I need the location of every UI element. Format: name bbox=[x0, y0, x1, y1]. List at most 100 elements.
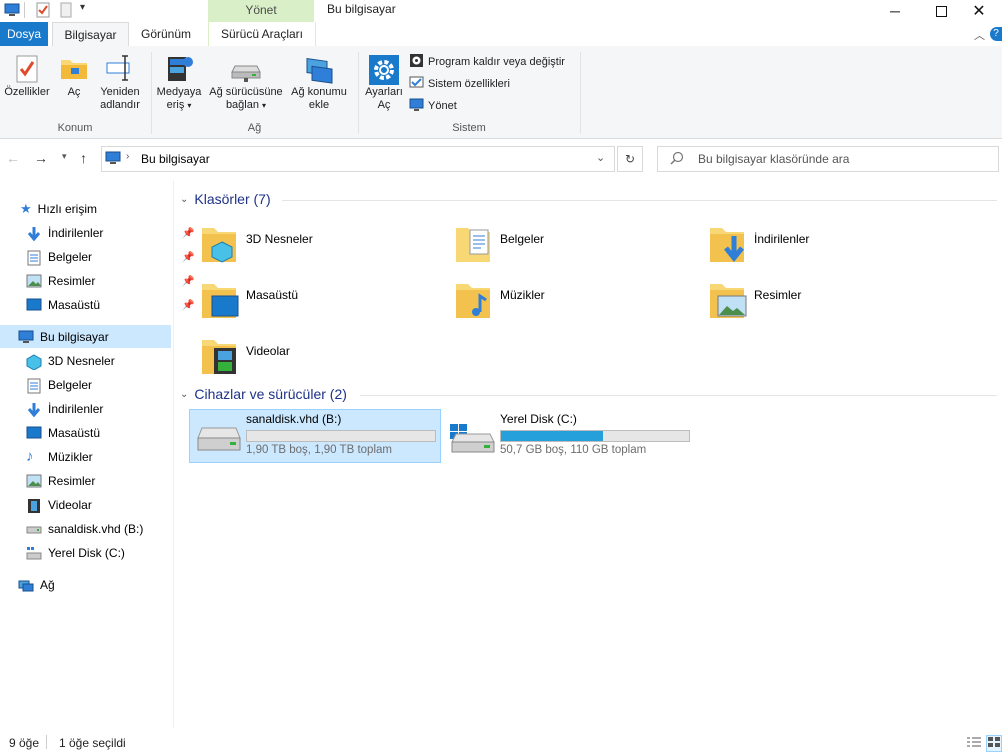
address-bar[interactable]: › Bu bilgisayar ⌄ bbox=[101, 146, 615, 172]
address-dropdown-icon[interactable]: ⌄ bbox=[596, 151, 605, 164]
uninstall-program-label: Program kaldır veya değiştir bbox=[428, 56, 565, 68]
tab-gorunum[interactable]: Görünüm bbox=[130, 22, 202, 46]
refresh-button[interactable]: ↻ bbox=[617, 146, 643, 172]
desktop-folder-icon bbox=[200, 276, 240, 323]
nav-this-pc[interactable]: Bu bilgisayar bbox=[18, 326, 109, 348]
open-settings-button[interactable]: Ayarları Aç bbox=[362, 54, 406, 112]
drive-tile-yerel-disk[interactable]: Yerel Disk (C:) 50,7 GB boş, 110 GB topl… bbox=[444, 410, 694, 462]
pin-icon[interactable]: 📌 bbox=[182, 276, 194, 287]
nav-item-indirilenler[interactable]: İndirilenler bbox=[26, 398, 103, 420]
folder-label: İndirilenler bbox=[754, 232, 810, 246]
open-button[interactable]: Aç bbox=[56, 54, 92, 99]
devices-section-header[interactable]: ⌄ Cihazlar ve sürücüler (2) bbox=[180, 386, 347, 402]
nav-item-label: Masaüstü bbox=[48, 298, 101, 312]
nav-item-resimler[interactable]: Resimler bbox=[26, 470, 95, 492]
search-placeholder: Bu bilgisayar klasöründe ara bbox=[698, 152, 850, 166]
pin-icon[interactable]: 📌 bbox=[182, 300, 194, 311]
download-arrow-icon bbox=[26, 402, 42, 418]
nav-item-sanaldisk[interactable]: sanaldisk.vhd (B:) bbox=[26, 518, 143, 540]
settings-gear-icon bbox=[362, 54, 406, 86]
folders-section-header[interactable]: ⌄ Klasörler (7) bbox=[180, 191, 271, 207]
computer-icon bbox=[18, 330, 34, 344]
folder-item-masaustu[interactable]: Masaüstü bbox=[200, 274, 440, 322]
ribbon-separator bbox=[580, 52, 581, 134]
ribbon-collapse-icon[interactable]: ︿ bbox=[974, 27, 985, 43]
nav-item-videolar[interactable]: Videolar bbox=[26, 494, 92, 516]
nav-item-resimler-quick[interactable]: Resimler 📌 bbox=[26, 270, 194, 292]
chevron-down-icon: ⌄ bbox=[180, 388, 189, 400]
new-folder-qat-icon[interactable] bbox=[60, 2, 72, 18]
close-button[interactable]: ✕ bbox=[956, 0, 1002, 22]
nav-item-muzikler[interactable]: ♪ Müzikler bbox=[26, 446, 93, 468]
search-input[interactable]: Bu bilgisayar klasöründe ara bbox=[657, 146, 999, 172]
nav-item-yerel-disk[interactable]: Yerel Disk (C:) bbox=[26, 542, 125, 564]
program-icon bbox=[409, 53, 424, 71]
back-arrow-icon[interactable]: ← bbox=[6, 150, 20, 166]
qat-dropdown-icon[interactable]: ▾ bbox=[80, 2, 85, 13]
nav-item-label: Belgeler bbox=[48, 378, 93, 392]
map-network-drive-button[interactable]: Ağ sürücüsüne bağlan ▾ bbox=[204, 54, 288, 112]
folder-item-3d-nesneler[interactable]: 3D Nesneler bbox=[200, 218, 440, 266]
properties-qat-icon[interactable] bbox=[36, 2, 50, 18]
computer-icon[interactable] bbox=[4, 3, 20, 17]
nav-item-3d-nesneler[interactable]: 3D Nesneler bbox=[26, 350, 115, 372]
tab-dosya[interactable]: Dosya bbox=[0, 22, 48, 46]
folder-item-belgeler[interactable]: Belgeler bbox=[454, 218, 694, 266]
drive-usage-fill bbox=[501, 431, 603, 441]
help-icon[interactable]: ? bbox=[990, 27, 1002, 41]
add-location-label-line1: Ağ konumu bbox=[291, 86, 347, 98]
nav-item-belgeler[interactable]: Belgeler bbox=[26, 374, 92, 396]
nav-item-masaustu-quick[interactable]: Masaüstü 📌 bbox=[26, 294, 194, 316]
uninstall-program-button[interactable]: Program kaldır veya değiştir bbox=[409, 54, 565, 70]
folder-item-muzikler[interactable]: Müzikler bbox=[454, 274, 694, 322]
drive-tile-sanaldisk[interactable]: sanaldisk.vhd (B:) 1,90 TB boş, 1,90 TB … bbox=[189, 409, 441, 463]
folder-item-indirilenler[interactable]: İndirilenler bbox=[708, 218, 948, 266]
pictures-icon bbox=[26, 474, 42, 488]
nav-item-belgeler-quick[interactable]: Belgeler 📌 bbox=[26, 246, 194, 268]
folders-section-title: Klasörler (7) bbox=[194, 191, 271, 207]
nav-quick-access-label: Hızlı erişim bbox=[37, 202, 97, 216]
nav-item-masaustu[interactable]: Masaüstü bbox=[26, 422, 100, 444]
minimize-button[interactable]: ─ bbox=[872, 0, 918, 22]
nav-item-indirilenler-quick[interactable]: İndirilenler 📌 bbox=[26, 222, 194, 244]
recent-locations-chevron-icon[interactable]: ▾ bbox=[62, 151, 67, 162]
rename-icon bbox=[94, 54, 146, 86]
breadcrumb[interactable]: Bu bilgisayar bbox=[141, 152, 210, 166]
close-icon: ✕ bbox=[972, 3, 986, 20]
add-network-location-button[interactable]: Ağ konumu ekle bbox=[288, 54, 350, 112]
system-properties-button[interactable]: Sistem özellikleri bbox=[409, 76, 510, 92]
context-tab-header: Yönet bbox=[208, 0, 314, 22]
rename-button[interactable]: Yeniden adlandır bbox=[94, 54, 146, 112]
folder-item-videolar[interactable]: Videolar bbox=[200, 330, 440, 378]
media-access-button[interactable]: Medyaya eriş ▾ bbox=[154, 54, 204, 112]
properties-button[interactable]: Özellikler bbox=[2, 54, 52, 99]
nav-quick-access[interactable]: ★ Hızlı erişim bbox=[20, 198, 97, 220]
breadcrumb-chevron-icon[interactable]: › bbox=[126, 151, 129, 162]
manage-button[interactable]: Yönet bbox=[409, 98, 457, 114]
nav-network-label: Ağ bbox=[40, 578, 55, 592]
nav-network[interactable]: Ağ bbox=[18, 574, 55, 596]
nav-item-label: Müzikler bbox=[48, 450, 93, 464]
pin-icon[interactable]: 📌 bbox=[182, 228, 194, 239]
system-properties-label: Sistem özellikleri bbox=[428, 78, 510, 90]
map-drive-label-line1: Ağ sürücüsüne bbox=[209, 86, 283, 98]
download-arrow-icon bbox=[26, 226, 42, 242]
drive-usage-bar bbox=[246, 430, 436, 442]
devices-section-title: Cihazlar ve sürücüler (2) bbox=[194, 386, 347, 402]
details-view-icon[interactable] bbox=[966, 736, 982, 751]
3d-objects-folder-icon bbox=[200, 220, 240, 267]
group-label-sistem: Sistem bbox=[452, 122, 486, 134]
tab-bilgisayar[interactable]: Bilgisayar bbox=[52, 22, 129, 48]
tab-surucu-araclari[interactable]: Sürücü Araçları bbox=[208, 22, 316, 46]
folder-item-resimler[interactable]: Resimler bbox=[708, 274, 948, 322]
drive-icon bbox=[196, 426, 242, 455]
large-icons-view-icon[interactable] bbox=[986, 735, 1002, 752]
status-bar: 9 öğe 1 öğe seçildi bbox=[0, 732, 1002, 752]
desktop-icon bbox=[26, 426, 42, 440]
videos-folder-icon bbox=[200, 332, 240, 379]
folder-label: Resimler bbox=[754, 288, 802, 302]
pin-icon[interactable]: 📌 bbox=[182, 252, 194, 263]
up-arrow-icon[interactable]: ↑ bbox=[80, 150, 87, 166]
ribbon-separator bbox=[358, 52, 359, 134]
forward-arrow-icon[interactable]: → bbox=[34, 150, 48, 166]
